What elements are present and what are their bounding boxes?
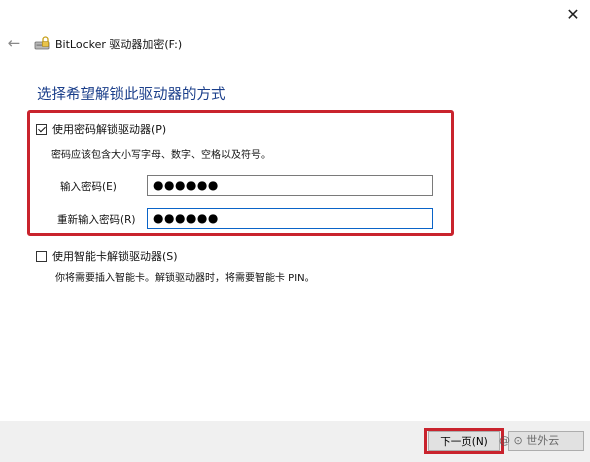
next-button-highlight bbox=[424, 428, 504, 454]
password-option[interactable]: 使用密码解锁驱动器(P) bbox=[36, 121, 166, 137]
smartcard-option-label: 使用智能卡解锁驱动器(S) bbox=[52, 250, 178, 263]
reenter-password-field[interactable]: ●●●●●● bbox=[147, 208, 433, 229]
watermark: @ ⊙ 世外云 bbox=[499, 434, 560, 447]
password-checkbox[interactable] bbox=[36, 123, 47, 135]
back-arrow-icon[interactable]: ← bbox=[5, 34, 23, 52]
password-option-label: 使用密码解锁驱动器(P) bbox=[52, 123, 167, 136]
smartcard-hint: 你将需要插入智能卡。解锁驱动器时，将需要智能卡 PIN。 bbox=[55, 273, 315, 284]
enter-password-field[interactable]: ●●●●●● bbox=[147, 175, 433, 196]
smartcard-checkbox[interactable] bbox=[36, 250, 47, 262]
bitlocker-drive-icon bbox=[34, 36, 50, 50]
reenter-password-label: 重新输入密码(R) bbox=[57, 214, 136, 226]
enter-password-label: 输入密码(E) bbox=[60, 181, 117, 193]
smartcard-option[interactable]: 使用智能卡解锁驱动器(S) bbox=[36, 248, 178, 264]
page-heading: 选择希望解锁此驱动器的方式 bbox=[37, 87, 226, 103]
password-hint: 密码应该包含大小写字母、数字、空格以及符号。 bbox=[51, 150, 271, 161]
close-button[interactable]: ✕ bbox=[562, 4, 584, 26]
window-title: BitLocker 驱动器加密(F:) bbox=[55, 38, 183, 51]
